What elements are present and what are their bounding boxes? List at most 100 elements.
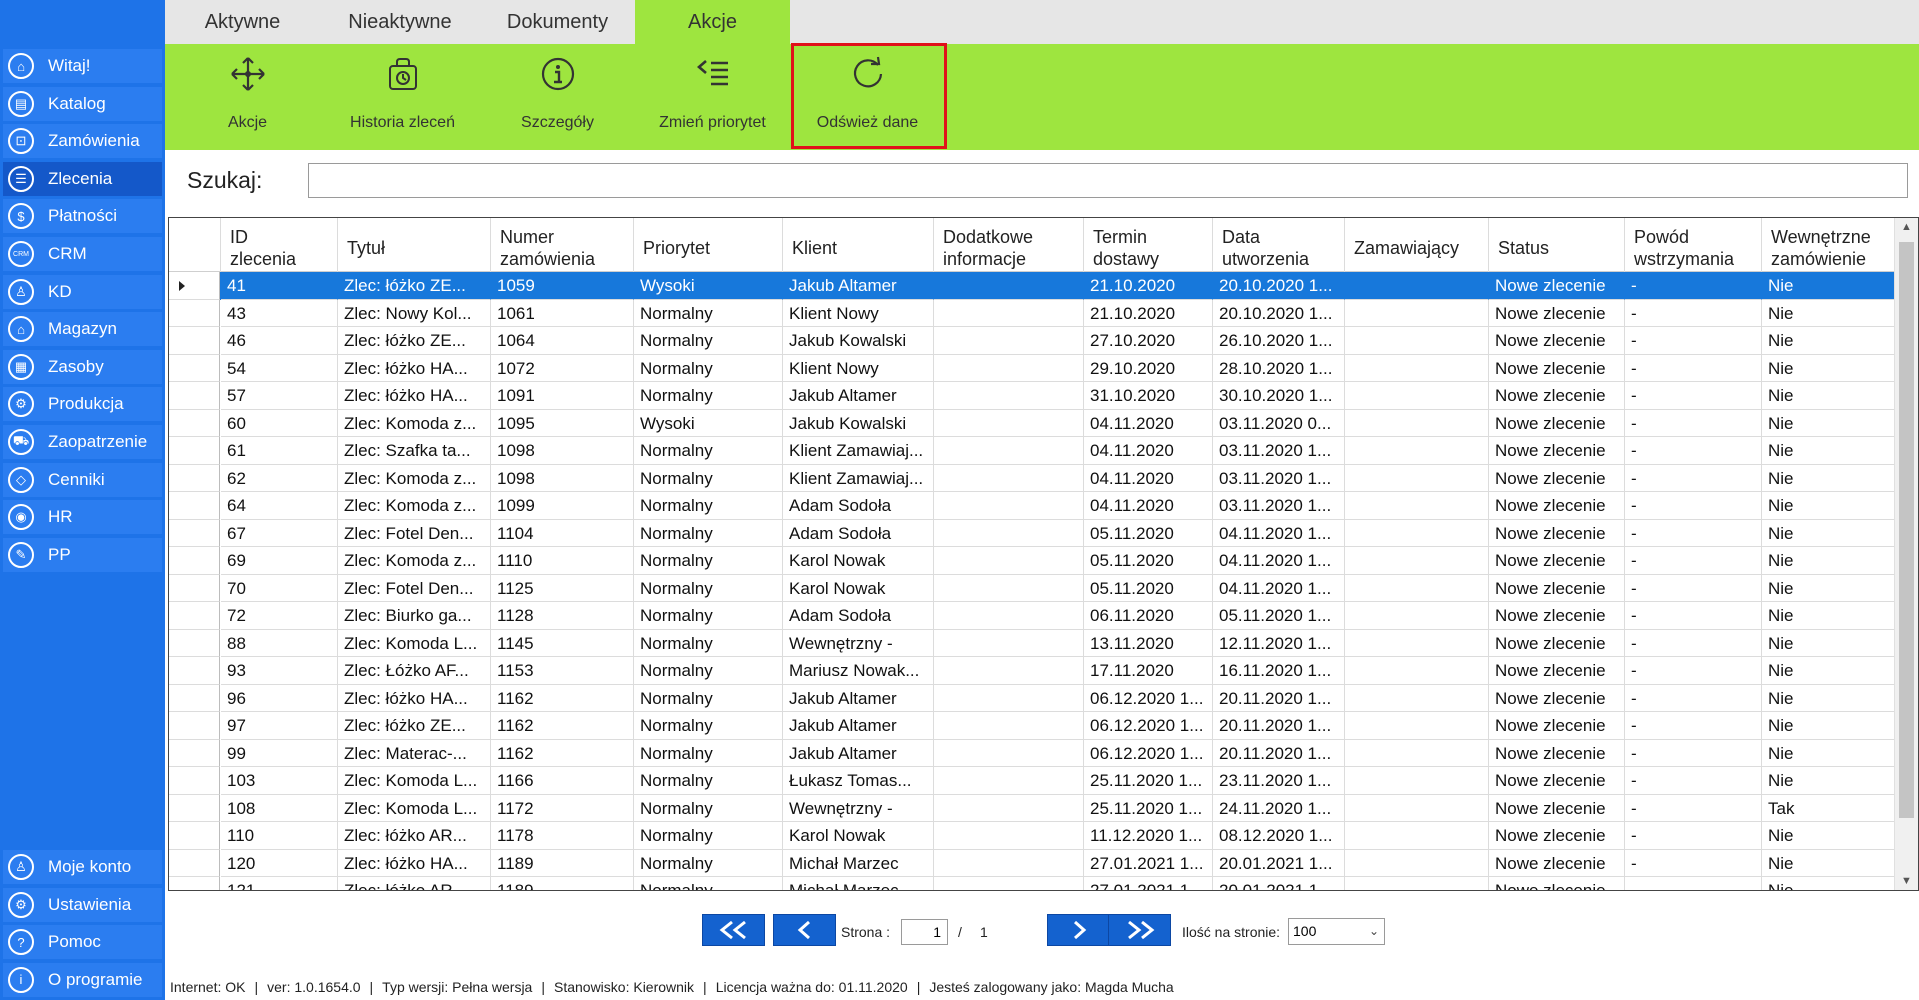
table-cell[interactable]: Zlec: Komoda z... bbox=[338, 492, 491, 520]
table-cell[interactable]: Adam Sodoła bbox=[783, 519, 934, 547]
table-cell[interactable]: 20.11.2020 1... bbox=[1213, 684, 1345, 712]
table-cell[interactable]: Zlec: łóżko AR... bbox=[338, 822, 491, 850]
sidebar-item-pp[interactable]: ✎ PP bbox=[3, 537, 162, 572]
table-cell[interactable] bbox=[1345, 464, 1489, 492]
table-cell[interactable]: 24.11.2020 1... bbox=[1213, 794, 1345, 822]
table-row[interactable]: 46 Zlec: łóżko ZE... 1064 Normalny Jakub Kow… bbox=[169, 327, 1895, 355]
row-header[interactable] bbox=[169, 602, 220, 630]
column-header-numer-zamowienia[interactable]: Numer zamówienia bbox=[491, 218, 634, 272]
table-cell[interactable]: Nie bbox=[1762, 684, 1895, 712]
table-cell[interactable]: - bbox=[1625, 327, 1762, 355]
table-cell[interactable]: 12.11.2020 1... bbox=[1213, 629, 1345, 657]
table-cell[interactable]: Zlec: Biurko ga... bbox=[338, 602, 491, 630]
row-header[interactable] bbox=[169, 712, 220, 740]
table-row[interactable]: 110 Zlec: łóżko AR... 1178 Normalny Karol No… bbox=[169, 822, 1895, 850]
table-cell[interactable]: Normalny bbox=[634, 492, 783, 520]
table-cell[interactable]: Wysoki bbox=[634, 409, 783, 437]
table-cell[interactable]: 04.11.2020 1... bbox=[1213, 519, 1345, 547]
row-header[interactable] bbox=[169, 739, 220, 767]
table-cell[interactable]: 1091 bbox=[491, 382, 634, 410]
table-cell[interactable]: Nie bbox=[1762, 657, 1895, 685]
table-row[interactable]: 96 Zlec: łóżko HA... 1162 Normalny Jakub Alt… bbox=[169, 684, 1895, 712]
column-header-wewnetrzne-zamowienie[interactable]: Wewnętrzne zamówienie bbox=[1762, 218, 1895, 272]
row-header[interactable] bbox=[169, 657, 220, 685]
table-cell[interactable]: 99 bbox=[221, 739, 338, 767]
table-cell[interactable]: 1166 bbox=[491, 767, 634, 795]
sidebar-item-pomoc[interactable]: ? Pomoc bbox=[3, 925, 162, 960]
scroll-up-icon[interactable]: ▲ bbox=[1901, 221, 1912, 233]
table-cell[interactable]: - bbox=[1625, 712, 1762, 740]
table-cell[interactable]: Normalny bbox=[634, 849, 783, 877]
row-header[interactable] bbox=[169, 354, 220, 382]
table-cell[interactable] bbox=[934, 327, 1084, 355]
table-cell[interactable]: 21.10.2020 bbox=[1084, 272, 1213, 300]
table-cell[interactable]: Nie bbox=[1762, 519, 1895, 547]
table-cell[interactable] bbox=[1345, 877, 1489, 890]
row-header[interactable] bbox=[169, 629, 220, 657]
table-row[interactable]: 103 Zlec: Komoda L... 1166 Normalny Łukasz T… bbox=[169, 767, 1895, 795]
row-header[interactable] bbox=[169, 327, 220, 355]
tab-aktywne[interactable]: Aktywne bbox=[165, 0, 320, 44]
table-cell[interactable]: Normalny bbox=[634, 464, 783, 492]
table-cell[interactable]: Nie bbox=[1762, 272, 1895, 300]
table-cell[interactable] bbox=[934, 712, 1084, 740]
table-cell[interactable]: 25.11.2020 1... bbox=[1084, 767, 1213, 795]
row-header[interactable] bbox=[169, 822, 220, 850]
table-cell[interactable]: 1189 bbox=[491, 877, 634, 890]
tab-akcje[interactable]: Akcje bbox=[635, 0, 790, 44]
table-cell[interactable]: 108 bbox=[221, 794, 338, 822]
table-cell[interactable]: Nie bbox=[1762, 822, 1895, 850]
table-cell[interactable]: Normalny bbox=[634, 519, 783, 547]
sidebar-item-zamowienia[interactable]: ⊡ Zamówienia bbox=[3, 124, 162, 159]
table-cell[interactable]: Normalny bbox=[634, 602, 783, 630]
table-cell[interactable]: 46 bbox=[221, 327, 338, 355]
table-cell[interactable] bbox=[1345, 409, 1489, 437]
table-cell[interactable]: 03.11.2020 1... bbox=[1213, 492, 1345, 520]
table-cell[interactable]: 110 bbox=[221, 822, 338, 850]
table-cell[interactable]: 54 bbox=[221, 354, 338, 382]
table-row[interactable]: 70 Zlec: Fotel Den... 1125 Normalny Karol No… bbox=[169, 574, 1895, 602]
table-cell[interactable]: Klient Zamawiaj... bbox=[783, 437, 934, 465]
table-cell[interactable] bbox=[1345, 519, 1489, 547]
table-cell[interactable]: Normalny bbox=[634, 437, 783, 465]
table-row[interactable]: 88 Zlec: Komoda L... 1145 Normalny Wewnętrzn… bbox=[169, 629, 1895, 657]
table-cell[interactable]: Normalny bbox=[634, 547, 783, 575]
scroll-down-icon[interactable]: ▼ bbox=[1901, 875, 1912, 887]
table-cell[interactable]: 97 bbox=[221, 712, 338, 740]
table-cell[interactable]: Adam Sodoła bbox=[783, 602, 934, 630]
table-cell[interactable]: - bbox=[1625, 382, 1762, 410]
table-cell[interactable]: 06.12.2020 1... bbox=[1084, 712, 1213, 740]
table-cell[interactable]: Karol Nowak bbox=[783, 574, 934, 602]
table-cell[interactable] bbox=[934, 464, 1084, 492]
column-header-klient[interactable]: Klient bbox=[783, 218, 934, 272]
table-cell[interactable]: 121 bbox=[221, 877, 338, 890]
tab-dokumenty[interactable]: Dokumenty bbox=[480, 0, 635, 44]
table-cell[interactable]: 1110 bbox=[491, 547, 634, 575]
table-cell[interactable]: 04.11.2020 bbox=[1084, 409, 1213, 437]
table-row[interactable]: 57 Zlec: łóżko HA... 1091 Normalny Jakub Alt… bbox=[169, 382, 1895, 410]
sidebar-item-magazyn[interactable]: ⌂ Magazyn bbox=[3, 312, 162, 347]
table-cell[interactable]: 04.11.2020 1... bbox=[1213, 574, 1345, 602]
table-cell[interactable]: - bbox=[1625, 657, 1762, 685]
table-row[interactable]: 61 Zlec: Szafka ta... 1098 Normalny Klient Z… bbox=[169, 437, 1895, 465]
table-cell[interactable]: Zlec: Komoda z... bbox=[338, 464, 491, 492]
table-cell[interactable]: 04.11.2020 bbox=[1084, 464, 1213, 492]
table-cell[interactable] bbox=[1345, 382, 1489, 410]
table-cell[interactable]: 62 bbox=[221, 464, 338, 492]
table-cell[interactable]: 1128 bbox=[491, 602, 634, 630]
table-cell[interactable]: 70 bbox=[221, 574, 338, 602]
row-header[interactable] bbox=[169, 849, 220, 877]
table-cell[interactable]: Normalny bbox=[634, 382, 783, 410]
table-cell[interactable]: Nowe zlecenie bbox=[1489, 712, 1625, 740]
table-row[interactable]: 64 Zlec: Komoda z... 1099 Normalny Adam Sodo… bbox=[169, 492, 1895, 520]
table-cell[interactable]: Normalny bbox=[634, 574, 783, 602]
table-cell[interactable] bbox=[1345, 602, 1489, 630]
table-cell[interactable]: Nie bbox=[1762, 464, 1895, 492]
table-cell[interactable]: 1145 bbox=[491, 629, 634, 657]
table-cell[interactable]: 67 bbox=[221, 519, 338, 547]
table-cell[interactable]: - bbox=[1625, 822, 1762, 850]
table-cell[interactable] bbox=[1345, 299, 1489, 327]
table-cell[interactable]: Normalny bbox=[634, 327, 783, 355]
table-cell[interactable]: Jakub Altamer bbox=[783, 272, 934, 300]
table-cell[interactable]: 27.10.2020 bbox=[1084, 327, 1213, 355]
